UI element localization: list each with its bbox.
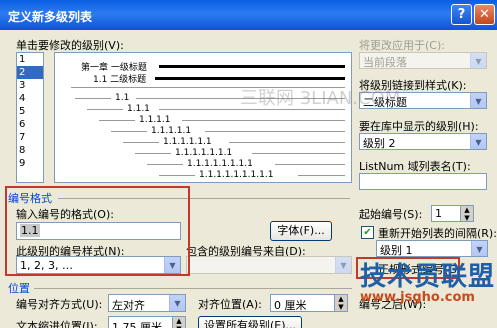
preview-line: [111, 131, 147, 132]
chevron-down-icon: ▼: [471, 241, 487, 256]
chevron-down-icon: ▼: [470, 93, 486, 108]
preview-level-text: 1.1.1.1: [139, 115, 171, 125]
apply-to-select[interactable]: 当前段落 ▼: [359, 52, 487, 69]
preview-line: [159, 65, 345, 68]
chevron-down-icon: ▼: [470, 134, 486, 149]
spin-arrows-icon[interactable]: ▲▼: [334, 295, 347, 311]
preview-line: [99, 120, 135, 121]
preview-level-text: 1.1.1: [127, 104, 150, 114]
aligned-at-input[interactable]: 0 厘米 ▲ ▼: [270, 294, 348, 312]
level-list-item[interactable]: 7: [17, 131, 43, 144]
preview-level-text: 1.1.1.1.1.1.1.1: [187, 159, 253, 169]
preview-line: [298, 175, 345, 176]
preview-line: [155, 77, 345, 80]
align-value: 左对齐: [112, 299, 145, 312]
preview-level-text: 1.1.1.1.1.1.1.1.1: [199, 170, 274, 180]
level-list-item[interactable]: 1: [17, 53, 43, 66]
indent-input[interactable]: 1.75 厘米 ▲▼: [108, 316, 186, 328]
preview-level-text: 1.1.1.1.1: [151, 126, 192, 136]
preview-line: [275, 164, 345, 165]
section-divider: [34, 288, 352, 289]
level-list-item[interactable]: 6: [17, 118, 43, 131]
preview-line: [159, 175, 195, 176]
multilevel-list-dialog: 定义新多级列表 ? ✕ 单击要修改的级别(V): 123456789 第一章 一…: [0, 0, 497, 328]
preview-level-text: 1.1: [115, 93, 130, 103]
preview-heading2-text: 1.1 二级标题: [93, 75, 147, 85]
chevron-down-icon: ▼: [335, 257, 351, 273]
aligned-at-value: 0 厘米: [274, 299, 307, 312]
preview-line: [87, 109, 123, 110]
font-button[interactable]: 字体(F)...: [270, 221, 332, 241]
brand-name: 技术员联盟: [360, 262, 496, 292]
preview-line: [251, 153, 345, 154]
indent-label: 文本缩进位置(I):: [16, 320, 98, 328]
start-at-input[interactable]: 1 ▲ ▼: [431, 205, 474, 222]
preview-level-text: 1.1.1.1.1.1.1: [175, 148, 233, 158]
restart-level-select[interactable]: 级别 1 ▼: [376, 240, 488, 257]
aligned-at-label: 对齐位置(A):: [198, 298, 262, 311]
watermark-text: 三联网 3LIAN.COM: [240, 88, 401, 109]
preview-line: [182, 120, 345, 121]
apply-to-value: 当前段落: [363, 56, 407, 69]
gallery-level-select[interactable]: 级别 2 ▼: [359, 133, 487, 150]
preview-line: [147, 164, 183, 165]
indent-value: 1.75 厘米: [112, 321, 162, 328]
level-list-item[interactable]: 3: [17, 79, 43, 92]
gallery-level-value: 级别 2: [363, 137, 396, 150]
start-at-value: 1: [435, 207, 442, 220]
listnum-label: ListNum 域列表名(T):: [359, 160, 471, 173]
restart-checkbox[interactable]: ✔: [361, 226, 374, 239]
title-bar: 定义新多级列表 ? ✕: [0, 0, 497, 30]
highlight-box: [5, 186, 190, 276]
align-label: 编号对齐方式(U):: [16, 298, 103, 311]
level-list-item[interactable]: 5: [17, 105, 43, 118]
apply-to-label: 将更改应用于(C):: [359, 39, 445, 52]
help-button[interactable]: ?: [451, 4, 472, 25]
preview-line: [228, 142, 345, 143]
listnum-input[interactable]: [359, 173, 487, 190]
close-button[interactable]: ✕: [474, 4, 495, 25]
level-list-item[interactable]: 8: [17, 144, 43, 157]
preview-line: [135, 153, 171, 154]
brand-url: www.jsgho.com: [360, 290, 475, 305]
preview-line: [123, 142, 159, 143]
level-list[interactable]: 123456789: [16, 52, 44, 183]
preview-line: [75, 98, 111, 99]
level-list-item[interactable]: 2: [17, 66, 43, 79]
start-at-label: 起始编号(S):: [359, 208, 423, 221]
preview-pane: 第一章 一级标题 1.1 二级标题 1.1 1.1.1 1.1.1.1 1.1.1.1…: [54, 52, 352, 183]
gallery-level-label: 要在库中显示的级别(H):: [359, 120, 479, 133]
chevron-down-icon: ▼: [470, 53, 486, 68]
set-all-levels-button[interactable]: 设置所有级别(E)...: [198, 316, 302, 328]
spin-arrows-icon[interactable]: ▲▼: [172, 317, 185, 328]
include-level-select[interactable]: ▼: [186, 256, 352, 274]
spin-arrows-icon[interactable]: ▲▼: [460, 206, 473, 222]
preview-level-text: 1.1.1.1.1.1: [163, 137, 212, 147]
brand-logo: 技术员联盟 www.jsgho.com: [360, 256, 497, 308]
chevron-down-icon: ▼: [169, 295, 185, 311]
level-list-item[interactable]: 9: [17, 157, 43, 170]
level-label: 单击要修改的级别(V):: [16, 39, 124, 52]
level-list-item[interactable]: 4: [17, 92, 43, 105]
align-select[interactable]: 左对齐 ▼: [108, 294, 186, 312]
position-heading: 位置: [8, 282, 30, 295]
restart-label: 重新开始列表的间隔(R):: [378, 227, 497, 240]
preview-line: [205, 131, 345, 132]
dialog-title: 定义新多级列表: [8, 10, 93, 24]
